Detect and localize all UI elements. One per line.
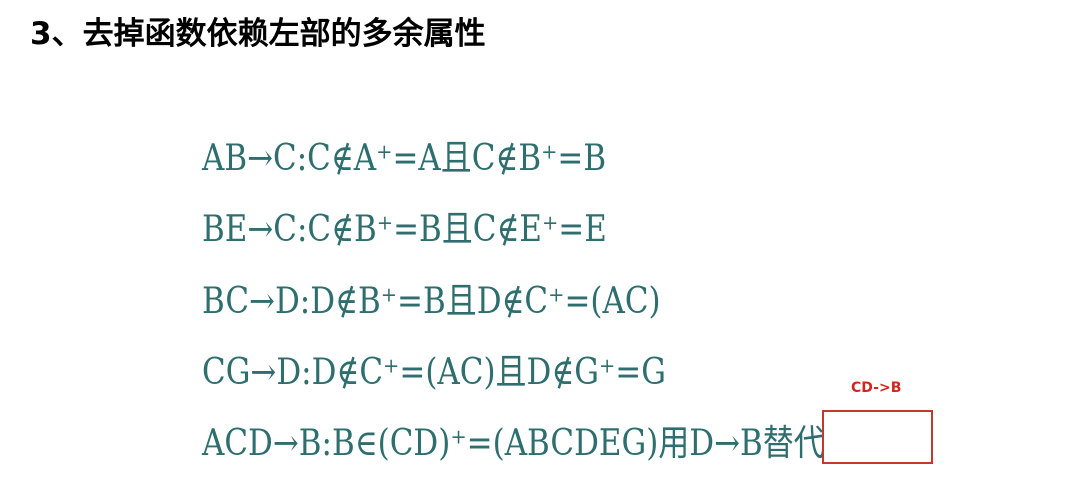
highlight-box bbox=[822, 410, 933, 464]
formula-line-4: CG→D:D∉C⁺=(AC)且D∉G⁺=G bbox=[202, 352, 666, 393]
handwritten-annotation: CD->B bbox=[851, 380, 902, 396]
formula-line-2: BE→C:C∉B⁺=B且C∉E⁺=E bbox=[202, 209, 607, 250]
formula-line-5: ACD→B:B∈(CD)⁺=(ABCDEG)用D→B替代 bbox=[202, 423, 825, 464]
formula-line-1: AB→C:C∉A⁺=A且C∉B⁺=B bbox=[202, 138, 607, 179]
slide-title: 3、去掉函数依赖左部的多余属性 bbox=[30, 16, 486, 52]
formula-line-3: BC→D:D∉B⁺=B且D∉C⁺=(AC) bbox=[202, 281, 661, 322]
